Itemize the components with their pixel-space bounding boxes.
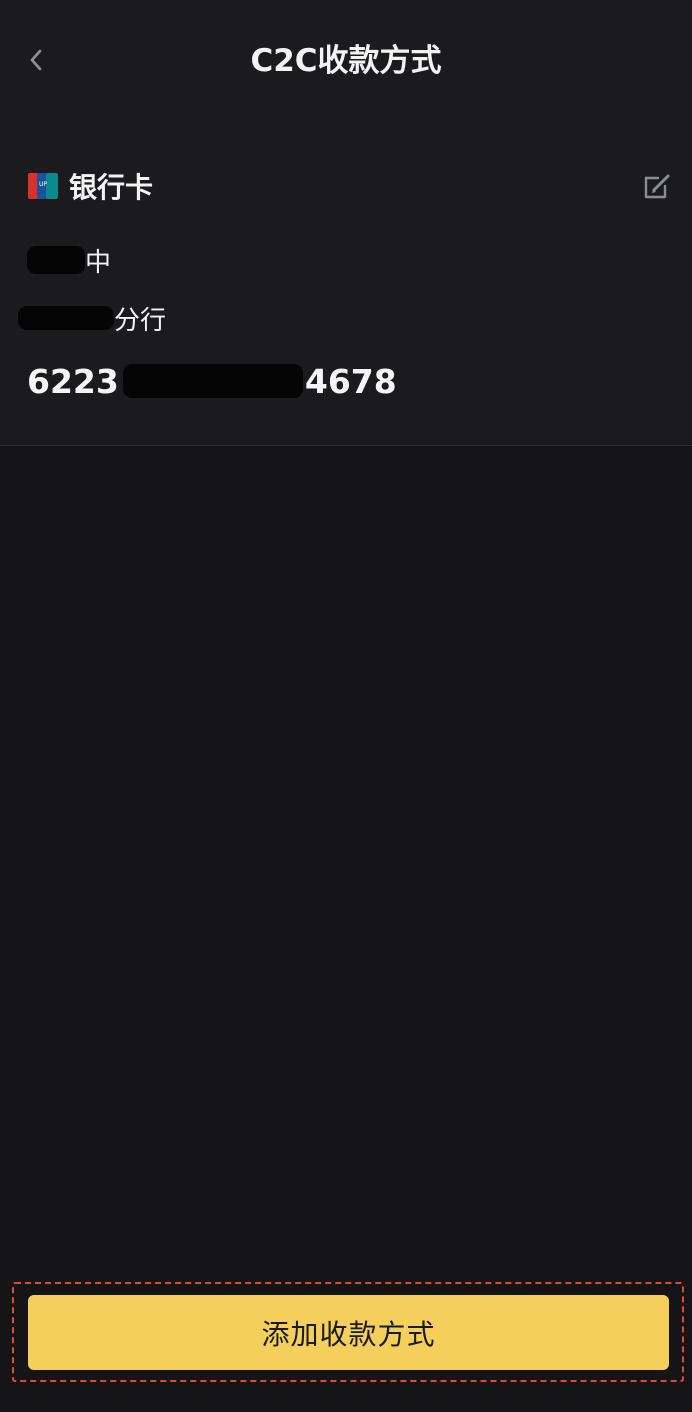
bank-name: 中: [27, 238, 111, 282]
bank-card-item: UP 银行卡 中 分行 6223 4678: [0, 120, 692, 446]
svg-text:UP: UP: [39, 181, 47, 188]
app-header: C2C收款方式: [0, 0, 692, 120]
unionpay-icon: UP: [28, 173, 58, 199]
bank-name-redaction: [27, 246, 85, 274]
card-number: 6223 4678: [27, 356, 397, 406]
card-number-suffix: 4678: [304, 361, 397, 401]
add-payment-method-button[interactable]: 添加收款方式: [28, 1295, 669, 1370]
branch-redaction: [18, 306, 114, 330]
payment-method-header: UP 银行卡: [27, 168, 153, 204]
payment-method-label: 银行卡: [69, 171, 154, 204]
edit-payment-button[interactable]: [638, 168, 674, 204]
bank-name-visible-text: 中: [85, 247, 112, 278]
card-number-redaction: [122, 364, 303, 398]
card-number-prefix: 6223: [27, 361, 119, 401]
edit-icon: [644, 174, 669, 198]
branch-visible-text: 分行: [114, 305, 167, 336]
page-title: C2C收款方式: [250, 43, 442, 79]
bank-branch: 分行: [18, 296, 166, 340]
